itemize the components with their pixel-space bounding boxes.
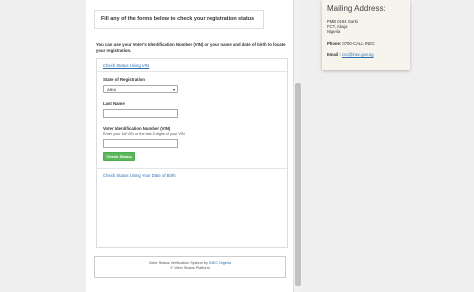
vin-hint: Enter your full VIN or the last 5 digits… bbox=[103, 132, 185, 136]
chevron-down-icon: ▾ bbox=[172, 87, 175, 92]
mailing-address-lines: PMB 0184 Garki FCT, Abuja Nigeria bbox=[327, 19, 358, 35]
footer-copyright: © Voter Status Platform bbox=[170, 266, 210, 270]
mailing-address-title: Mailing Address: bbox=[327, 4, 386, 13]
phone-line: Phone: 0700-CALL-INEC bbox=[327, 41, 375, 46]
state-label: State of Registration bbox=[103, 77, 146, 82]
state-select-value: ABIA bbox=[107, 87, 117, 92]
check-status-button[interactable]: Check Status bbox=[103, 152, 135, 161]
state-select[interactable]: ABIA ▾ bbox=[103, 85, 178, 93]
phone-label: Phone: bbox=[327, 41, 342, 46]
email-label: Email : bbox=[327, 52, 341, 57]
mailing-address-card: Mailing Address: PMB 0184 Garki FCT, Abu… bbox=[322, 0, 410, 70]
status-form-panel: Check Status Using VIN State of Registra… bbox=[96, 58, 288, 248]
footer-credit-text: Voter Status Verification System by bbox=[148, 261, 208, 265]
intro-text: You can use your Voter's Identification … bbox=[96, 42, 286, 53]
scrollbar-thumb[interactable] bbox=[295, 83, 301, 286]
check-status-dob-link[interactable]: Check Status Using Your Date of Birth bbox=[103, 173, 176, 178]
left-background bbox=[0, 0, 86, 292]
vin-input[interactable] bbox=[103, 139, 178, 148]
panel-divider bbox=[97, 71, 287, 72]
last-name-label: Last Name bbox=[103, 101, 125, 106]
phone-value: 0700-CALL-INEC bbox=[342, 41, 375, 46]
last-name-input[interactable] bbox=[103, 109, 178, 118]
vertical-scrollbar[interactable] bbox=[293, 0, 302, 292]
email-link[interactable]: ccc@inec.gov.ng bbox=[342, 52, 374, 57]
vin-label: Voter Identification Number (VIN) bbox=[103, 126, 171, 131]
page-title: Fill any of the forms below to check you… bbox=[94, 10, 264, 29]
panel-divider bbox=[97, 168, 287, 169]
address-line-3: Nigeria bbox=[327, 29, 341, 35]
check-status-vin-link[interactable]: Check Status Using VIN bbox=[103, 63, 149, 68]
page-footer: Voter Status Verification System by INEC… bbox=[94, 256, 286, 278]
inec-nigeria-link[interactable]: INEC Nigeria bbox=[209, 261, 231, 265]
email-line: Email : ccc@inec.gov.ng bbox=[327, 52, 374, 57]
